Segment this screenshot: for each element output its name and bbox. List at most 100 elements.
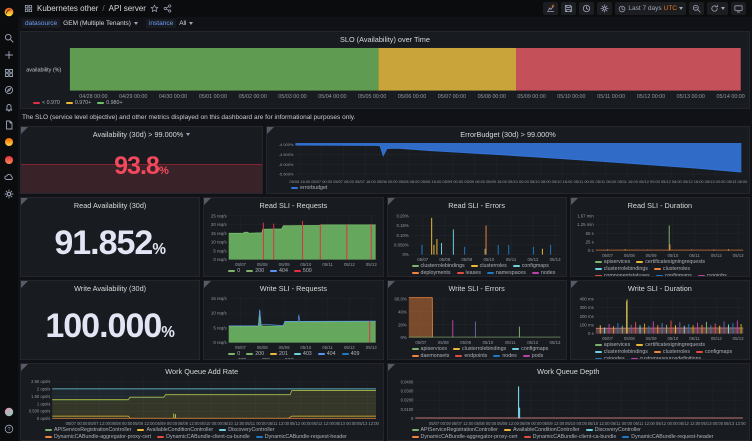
dashboard-settings-button[interactable] xyxy=(597,2,612,15)
panel-title[interactable]: Write SLI - Requests xyxy=(204,281,382,294)
legend-item[interactable]: clusterrolebindings xyxy=(595,266,648,272)
work-queue-depth-legend[interactable]: APIServiceRegistrationControllerAvailabl… xyxy=(388,426,750,440)
panel-menu-caret-icon[interactable] xyxy=(186,133,190,136)
panel-title[interactable]: Availability (30d) > 99.000% xyxy=(21,127,262,140)
legend-item[interactable]: clusterrolebindings xyxy=(595,349,648,355)
zoom-out-button[interactable] xyxy=(689,2,704,15)
legend-item[interactable]: 404 xyxy=(318,351,336,357)
legend-item[interactable]: 500 xyxy=(294,268,312,274)
write-errors-chart[interactable]: 60.0%40%20%0%05/0705/0805/0905/1005/1105… xyxy=(388,294,566,346)
legend-item[interactable]: 0.970+ xyxy=(66,100,91,106)
legend-item[interactable]: < 0.970 xyxy=(33,100,60,106)
errorbudget-chart[interactable]: -4.000%-4.500%-5.000%-5.500%05/06 16:000… xyxy=(267,140,749,185)
legend-item[interactable]: 0 xyxy=(228,351,240,357)
legend-item[interactable]: clusterroles xyxy=(654,266,690,272)
panel-title[interactable]: Write SLI - Errors xyxy=(388,281,566,294)
panel-info-corner-icon[interactable] xyxy=(571,198,578,205)
instance-dropdown[interactable]: All xyxy=(179,20,193,27)
legend-item[interactable]: configmaps xyxy=(513,263,549,269)
panel-info-corner-icon[interactable] xyxy=(388,364,395,371)
read-requests-chart[interactable]: 25 req/s20 req/s15 req/s10 req/s5 req/s0… xyxy=(204,211,382,268)
panel-info-corner-icon[interactable] xyxy=(21,198,28,205)
panel-info-corner-icon[interactable] xyxy=(388,281,395,288)
legend-item[interactable]: APIServiceRegistrationController xyxy=(412,427,498,433)
panel-title[interactable]: Read SLI - Errors xyxy=(388,198,566,211)
legend-item[interactable]: apiservices xyxy=(595,259,631,265)
write-duration-legend[interactable]: apiservices certificatesigningrequestsclu… xyxy=(571,341,749,359)
legend-item[interactable]: DiscoveryController xyxy=(586,427,641,433)
read-errors-chart[interactable]: 0.20%0.15%0.10%0.050%0%05/0705/0805/0905… xyxy=(388,211,566,263)
legend-item[interactable]: apiservices xyxy=(595,342,631,348)
legend-item[interactable]: DynamicCABundle-aggregator-proxy-cert xyxy=(412,434,518,440)
panel-title[interactable]: Read Availability (30d) xyxy=(21,198,199,211)
save-dashboard-button[interactable] xyxy=(561,2,576,15)
share-icon[interactable] xyxy=(163,4,172,13)
read-errors-legend[interactable]: clusterrolebindings clusterroles configmap… xyxy=(388,262,566,276)
legend-item[interactable]: 429 xyxy=(252,358,270,359)
legend-item[interactable]: errorbudget xyxy=(291,185,327,191)
datasource-dropdown[interactable]: GEM (Multiple Tenants) xyxy=(63,20,138,27)
time-range-picker[interactable]: Last 7 days UTC xyxy=(615,2,686,15)
legend-item[interactable]: customresourcedefinitions xyxy=(631,356,702,359)
panel-title[interactable]: Read SLI - Duration xyxy=(571,198,749,211)
legend-item[interactable]: clusterroles xyxy=(654,349,690,355)
legend-item[interactable]: namespaces xyxy=(487,270,526,276)
panel-info-corner-icon[interactable] xyxy=(21,127,28,134)
legend-item[interactable]: 422 xyxy=(228,358,246,359)
grafana-logo[interactable] xyxy=(4,6,15,17)
legend-item[interactable]: 404 xyxy=(270,268,288,274)
legend-item[interactable]: apiservices xyxy=(412,346,448,352)
legend-item[interactable]: 403 xyxy=(294,351,312,357)
write-duration-chart[interactable]: 400 ms300 ms200 ms100 ms0 s05/0705/0805/… xyxy=(571,294,749,342)
create-icon[interactable] xyxy=(4,50,15,61)
panel-title[interactable]: Read SLI - Requests xyxy=(204,198,382,211)
legend-item[interactable]: 0.980+ xyxy=(97,100,122,106)
legend-item[interactable]: clusterroles xyxy=(471,263,507,269)
legend-item[interactable]: endpoints xyxy=(455,353,487,359)
add-panel-button[interactable] xyxy=(543,2,558,15)
plugin-b-icon[interactable] xyxy=(4,154,15,165)
panel-info-corner-icon[interactable] xyxy=(204,281,211,288)
work-queue-depth-chart[interactable]: 0.04000.03000.02000.0100005/07 00:0005/0… xyxy=(388,377,750,427)
legend-item[interactable]: DynamicCABundle-aggregator-proxy-cert xyxy=(45,434,151,440)
write-errors-legend[interactable]: apiservicesclusterrolebindingsconfigmaps… xyxy=(388,345,566,359)
explore-icon[interactable] xyxy=(4,85,15,96)
legend-item[interactable]: 0 xyxy=(228,268,240,274)
alerting-icon[interactable] xyxy=(4,102,15,113)
legend-item[interactable]: APIServiceRegistrationController xyxy=(45,427,131,433)
legend-item[interactable]: DynamicCABundle-request-header xyxy=(622,434,713,440)
panel-info-corner-icon[interactable] xyxy=(388,198,395,205)
work-queue-add-rate-chart[interactable]: 2.50 ops/s2 ops/s1.50 ops/s1 ops/s0.500 … xyxy=(21,377,383,427)
legend-item[interactable]: configmaps xyxy=(696,349,732,355)
panel-info-corner-icon[interactable] xyxy=(267,127,274,134)
dashboards-icon[interactable] xyxy=(4,67,15,78)
legend-item[interactable]: deployments xyxy=(412,270,451,276)
legend-item[interactable]: 200 xyxy=(246,351,264,357)
panel-title[interactable]: Write Availability (30d) xyxy=(21,281,199,294)
panel-title[interactable]: Write SLI - Duration xyxy=(571,281,749,294)
help-icon[interactable]: ? xyxy=(4,424,15,435)
cloud-icon[interactable] xyxy=(4,171,15,182)
legend-item[interactable]: 200 xyxy=(246,268,264,274)
refresh-button[interactable] xyxy=(707,2,728,15)
write-requests-chart[interactable]: 15 req/s10 req/s5 req/s0 req/s05/0705/08… xyxy=(204,294,382,351)
legend-item[interactable]: daemonsets xyxy=(412,353,450,359)
legend-item[interactable]: configmaps xyxy=(512,346,548,352)
read-duration-legend[interactable]: apiservicescertificatesigningrequestsclu… xyxy=(571,258,749,276)
legend-item[interactable]: componentstatuses xyxy=(595,273,650,276)
library-icon[interactable] xyxy=(4,119,15,130)
legend-item[interactable]: 409 xyxy=(342,351,360,357)
plugin-a-icon[interactable] xyxy=(4,137,15,148)
legend-item[interactable]: cronjobs xyxy=(698,273,727,276)
kiosk-mode-button[interactable] xyxy=(731,2,746,15)
breadcrumb-folder[interactable]: Kubernetes other xyxy=(37,4,98,13)
legend-item[interactable]: pods xyxy=(523,353,544,359)
star-icon[interactable] xyxy=(150,4,159,13)
legend-item[interactable]: clusterrolebindings xyxy=(412,263,465,269)
legend-item[interactable]: nodes xyxy=(532,270,555,276)
legend-item[interactable]: certificatesigningrequests xyxy=(636,342,705,348)
read-requests-legend[interactable]: 0 200 404 500 xyxy=(204,267,382,276)
legend-item[interactable]: AvailableConditionController xyxy=(137,427,213,433)
panel-info-corner-icon[interactable] xyxy=(571,281,578,288)
errorbudget-legend[interactable]: errorbudget xyxy=(267,184,749,193)
